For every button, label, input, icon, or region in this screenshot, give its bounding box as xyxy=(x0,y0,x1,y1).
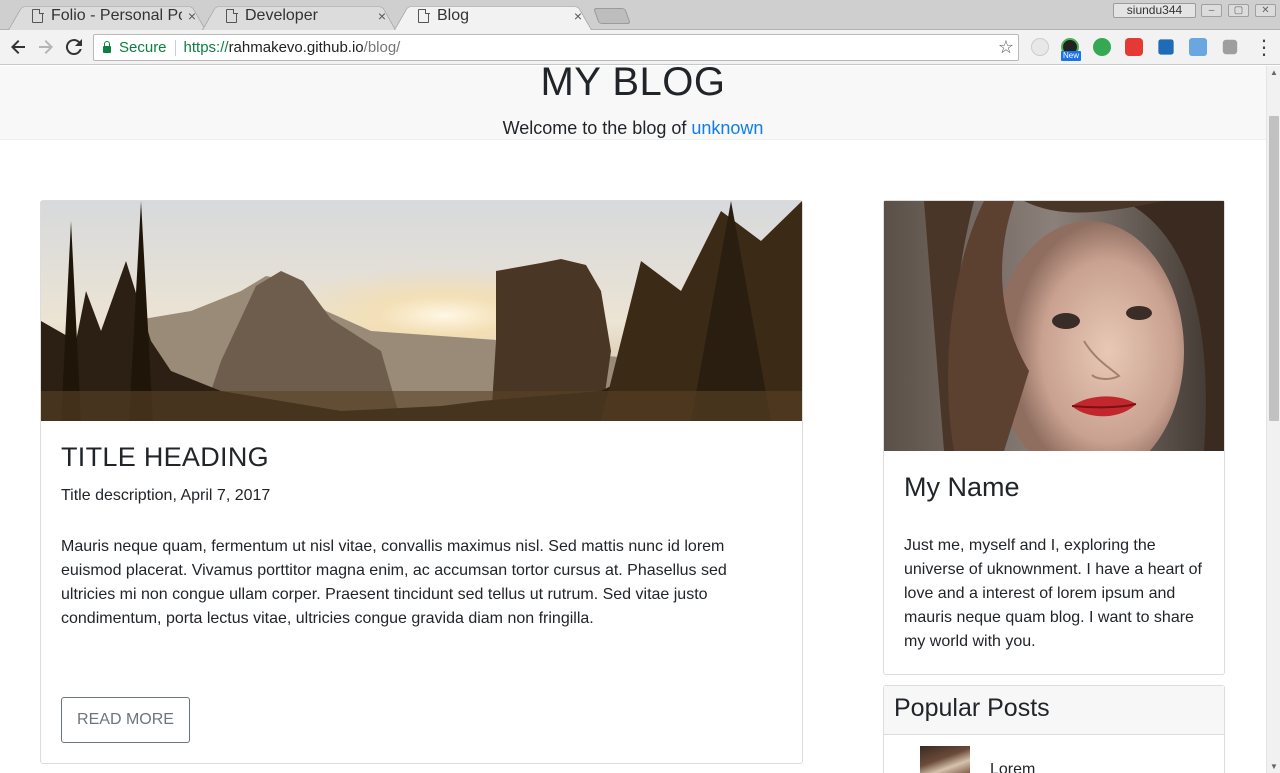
reload-icon xyxy=(65,39,82,56)
extension-butterfly-icon[interactable] xyxy=(1158,39,1174,55)
extension-translate-icon[interactable] xyxy=(1189,38,1207,56)
post-thumbnail xyxy=(920,746,970,773)
maximize-button[interactable]: ▢ xyxy=(1228,4,1249,17)
address-bar[interactable]: Secure https:// rahmakevo.github.io /blo… xyxy=(93,34,1019,61)
post-body: Mauris neque quam, fermentum ut nisl vit… xyxy=(61,538,727,627)
tab-title: Blog xyxy=(437,7,470,24)
page-icon xyxy=(32,8,44,23)
forward-button[interactable] xyxy=(34,35,58,59)
extension-ghost-icon[interactable] xyxy=(1031,38,1049,56)
page-viewport: MY BLOG Welcome to the blog of unknown T… xyxy=(0,66,1266,773)
page-title: MY BLOG xyxy=(540,66,726,104)
popular-posts-heading: Popular Posts xyxy=(894,694,1050,722)
tab-developer[interactable]: Developer × xyxy=(202,2,396,30)
extension-screen-icon[interactable] xyxy=(1222,39,1238,55)
page-icon xyxy=(418,8,430,23)
window-close-button[interactable]: ✕ xyxy=(1255,4,1276,17)
browser-toolbar: Secure https:// rahmakevo.github.io /blo… xyxy=(0,30,1280,65)
back-button[interactable] xyxy=(6,35,30,59)
secure-label: Secure xyxy=(119,39,167,56)
menu-icon[interactable]: ⋮ xyxy=(1254,35,1274,60)
back-arrow-icon xyxy=(11,40,25,54)
page-icon xyxy=(226,8,238,23)
close-icon[interactable]: × xyxy=(574,8,582,24)
blog-header: MY BLOG Welcome to the blog of unknown xyxy=(0,66,1266,140)
new-badge: New xyxy=(1061,51,1082,61)
scrollbar[interactable]: ▲ ▼ xyxy=(1266,66,1280,773)
tab-title: Developer xyxy=(245,7,318,24)
welcome-text: Welcome to the blog of unknown xyxy=(0,118,1266,139)
close-icon[interactable]: × xyxy=(378,8,386,24)
popular-post-title: Lorem xyxy=(990,761,1036,773)
close-icon[interactable]: × xyxy=(188,8,196,24)
scroll-up-icon[interactable]: ▲ xyxy=(1270,68,1278,77)
extension-shield-icon[interactable] xyxy=(1125,38,1143,56)
scroll-down-icon[interactable]: ▼ xyxy=(1270,762,1278,771)
list-item[interactable]: Lorem xyxy=(884,736,1224,773)
post-image xyxy=(41,201,802,421)
tab-blog[interactable]: Blog × xyxy=(394,2,592,30)
profile-bio: Just me, myself and I, exploring the uni… xyxy=(904,537,1202,650)
url-path: /blog/ xyxy=(363,39,401,56)
profile-photo xyxy=(884,201,1224,451)
tab-folio[interactable]: Folio - Personal Po × xyxy=(8,2,206,30)
divider xyxy=(174,39,176,56)
tab-strip: Folio - Personal Po × Developer × Blog ×… xyxy=(0,0,1280,30)
lock-icon xyxy=(103,41,111,53)
profile-card: My Name Just me, myself and I, exploring… xyxy=(883,200,1225,675)
forward-arrow-icon xyxy=(39,40,53,54)
reload-button[interactable] xyxy=(62,35,86,59)
post-title: TITLE HEADING xyxy=(61,442,269,472)
post-card: TITLE HEADING Title description, April 7… xyxy=(40,200,803,764)
scroll-thumb[interactable] xyxy=(1269,116,1279,421)
tab-title: Folio - Personal Po xyxy=(51,7,182,24)
profile-button[interactable]: siundu344 xyxy=(1113,3,1196,18)
url-host: rahmakevo.github.io xyxy=(228,39,364,56)
welcome-label: Welcome to the blog of xyxy=(502,118,692,138)
popular-posts-header: Popular Posts xyxy=(884,686,1224,735)
url-scheme: https:// xyxy=(183,39,229,56)
post-description: Title description, April 7, 2017 xyxy=(61,487,271,504)
popular-posts-card: Popular Posts Lorem xyxy=(883,685,1225,773)
minimize-button[interactable]: – xyxy=(1201,4,1222,17)
author-link[interactable]: unknown xyxy=(691,118,763,138)
read-more-button[interactable]: READ MORE xyxy=(61,697,190,743)
new-tab-button[interactable] xyxy=(593,8,631,24)
profile-name: My Name xyxy=(904,472,1020,502)
bookmark-star-icon[interactable]: ☆ xyxy=(998,37,1014,58)
extension-download-icon[interactable] xyxy=(1093,38,1111,56)
